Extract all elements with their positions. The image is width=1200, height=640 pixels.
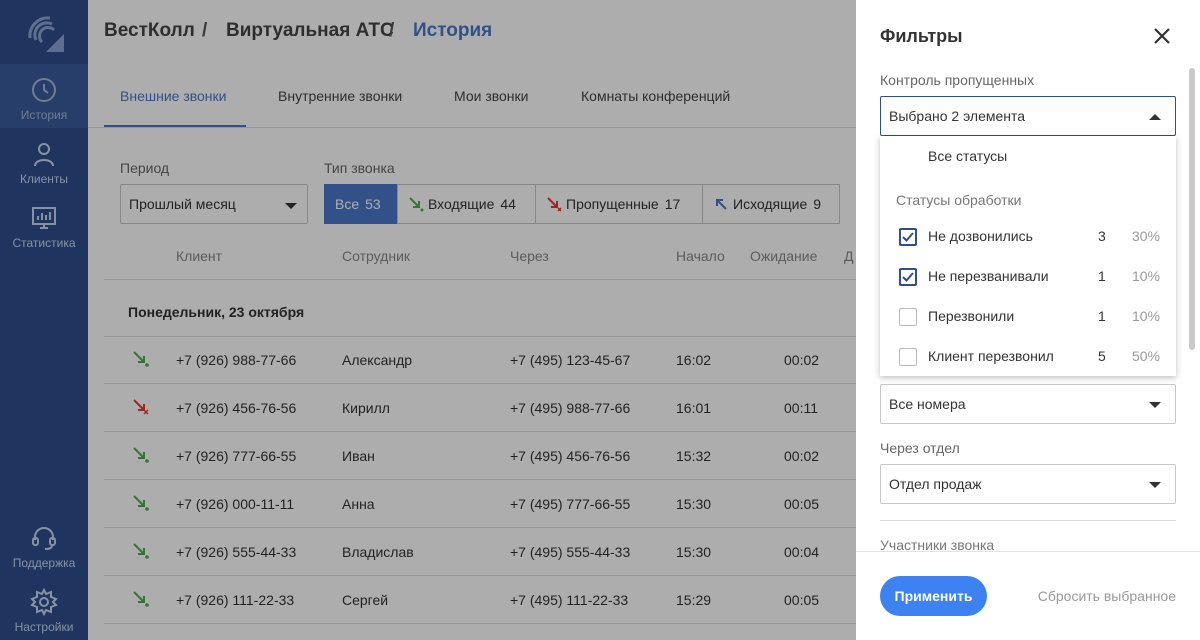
status-count: 3	[1098, 228, 1106, 244]
option-all-statuses[interactable]: Все статусы	[928, 148, 1007, 164]
dropdown-section-title: Статусы обработки	[896, 192, 1022, 208]
apply-button[interactable]: Применить	[880, 576, 987, 616]
status-checkbox[interactable]	[899, 348, 917, 366]
status-percent: 50%	[1131, 348, 1160, 364]
department-select[interactable]: Отдел продаж	[880, 464, 1176, 504]
status-option[interactable]: Перезвонили 1 10%	[880, 296, 1176, 336]
status-checkbox[interactable]	[899, 268, 917, 286]
status-count: 1	[1098, 308, 1106, 324]
status-label: Перезвонили	[928, 308, 1015, 324]
panel-title: Фильтры	[880, 26, 963, 46]
chevron-down-icon	[1149, 402, 1161, 408]
status-label: Не перезванивали	[928, 268, 1049, 284]
missed-control-label: Контроль пропущенных	[880, 72, 1035, 88]
missed-status-dropdown: Все статусы Статусы обработки Не дозвони…	[880, 136, 1176, 376]
status-option[interactable]: Клиент перезвонил 5 50%	[880, 336, 1176, 376]
divider	[880, 520, 1176, 521]
numbers-value: Все номера	[889, 396, 966, 412]
department-label: Через отдел	[880, 440, 960, 456]
numbers-select[interactable]: Все номера	[880, 384, 1176, 424]
department-value: Отдел продаж	[889, 476, 982, 492]
status-percent: 10%	[1131, 308, 1160, 324]
status-option[interactable]: Не перезванивали 1 10%	[880, 256, 1176, 296]
panel-footer: Применить Сбросить выбранное	[856, 551, 1200, 640]
status-label: Не дозвонились	[928, 228, 1033, 244]
status-checkbox[interactable]	[899, 228, 917, 246]
scrollbar[interactable]	[1189, 68, 1195, 350]
status-count: 1	[1098, 268, 1106, 284]
status-label: Клиент перезвонил	[928, 348, 1054, 364]
status-checkbox[interactable]	[899, 308, 917, 326]
checkmark-icon	[902, 232, 914, 242]
status-percent: 30%	[1131, 228, 1160, 244]
modal-overlay[interactable]	[0, 0, 856, 640]
close-icon[interactable]	[1152, 26, 1172, 46]
status-option[interactable]: Не дозвонились 3 30%	[880, 216, 1176, 256]
missed-control-value: Выбрано 2 элемента	[889, 108, 1026, 124]
filter-panel: Фильтры Контроль пропущенных Выбрано 2 э…	[856, 0, 1200, 640]
status-count: 5	[1098, 348, 1106, 364]
missed-control-select[interactable]: Выбрано 2 элемента	[880, 96, 1176, 136]
reset-selected-button[interactable]: Сбросить выбранное	[1038, 588, 1176, 604]
checkmark-icon	[902, 272, 914, 282]
status-percent: 10%	[1131, 268, 1160, 284]
chevron-up-icon	[1149, 114, 1161, 120]
chevron-down-icon	[1149, 482, 1161, 488]
